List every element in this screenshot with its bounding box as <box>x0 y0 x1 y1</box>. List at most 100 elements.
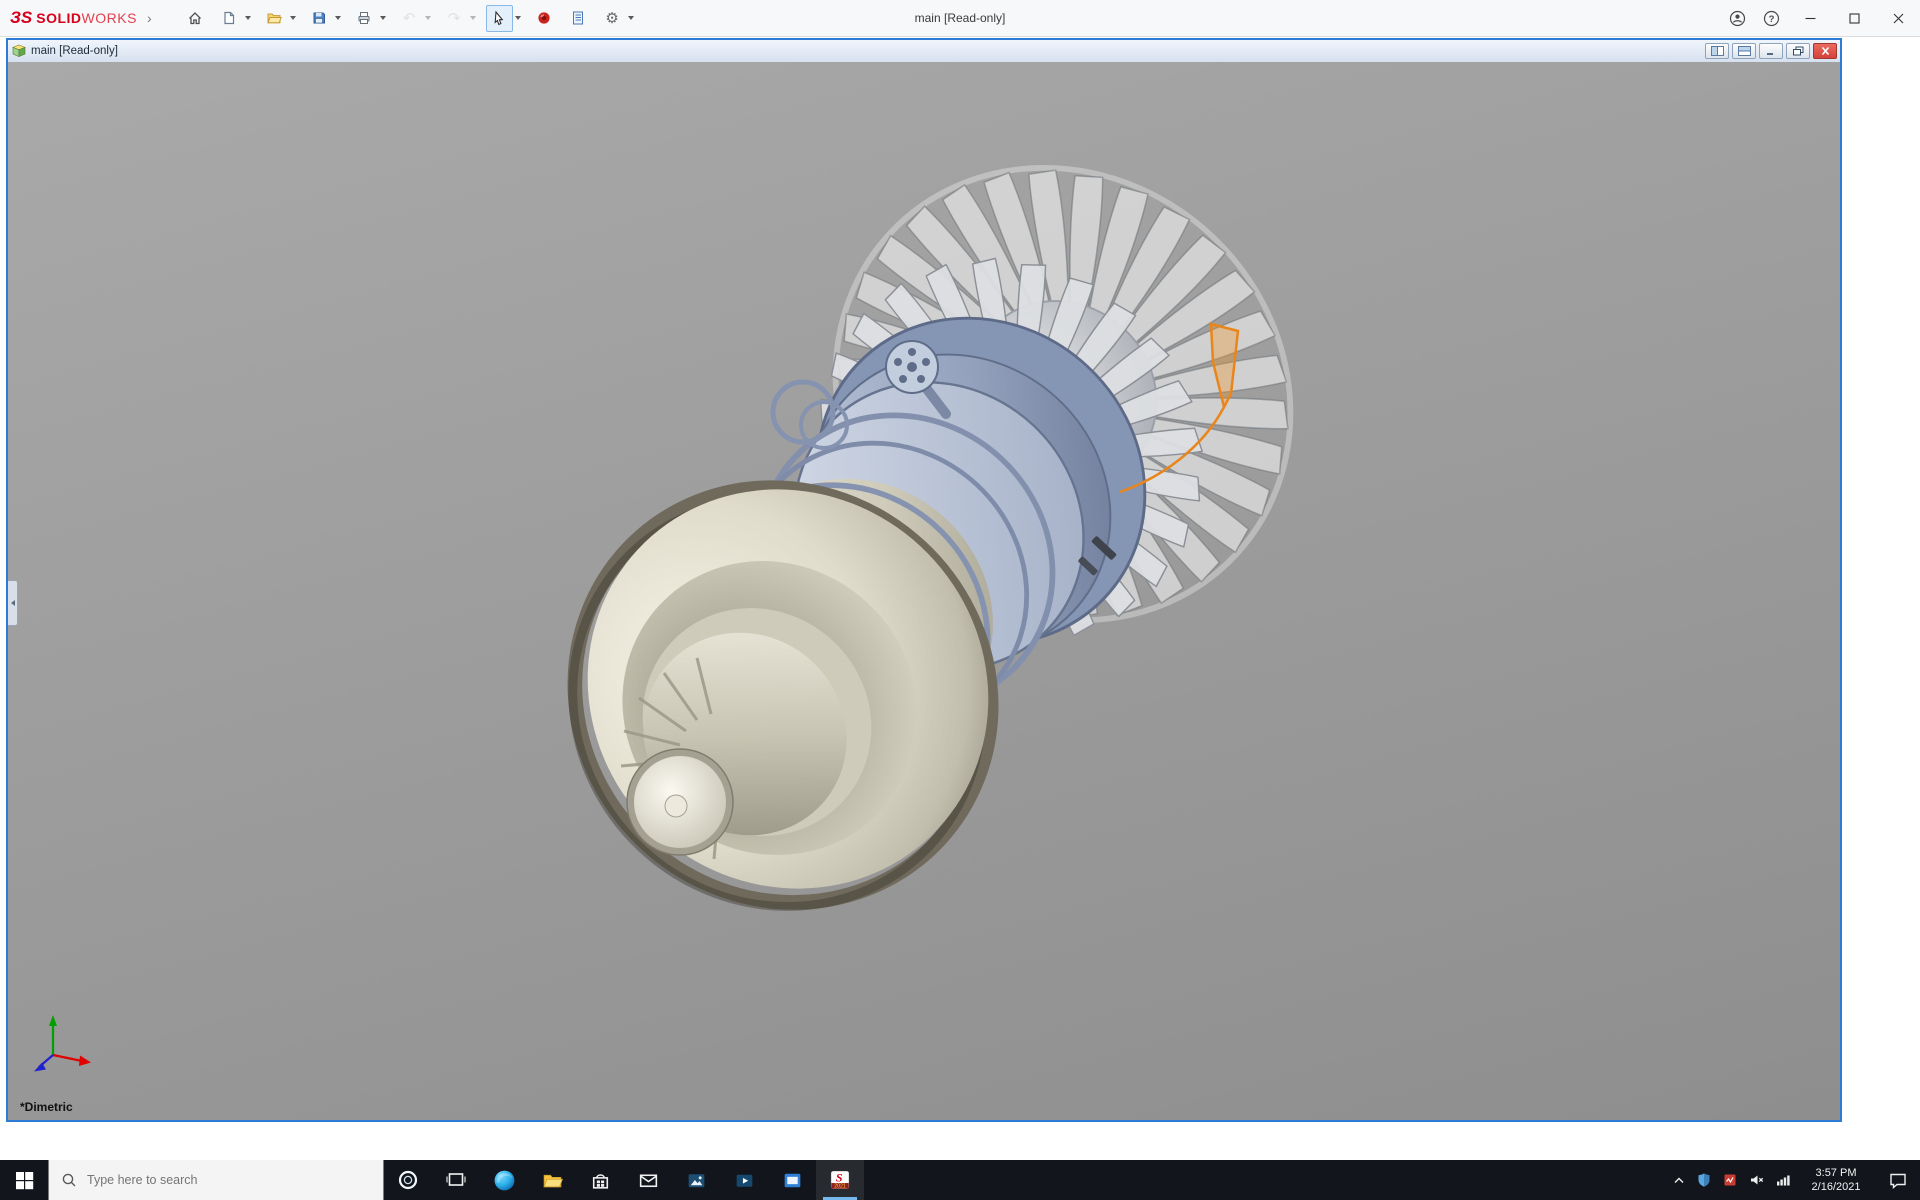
options-button[interactable]: ⚙ <box>599 5 626 32</box>
action-center-button[interactable] <box>1876 1160 1920 1200</box>
defender-shield-tray-icon[interactable] <box>1691 1160 1717 1200</box>
save-dropdown[interactable] <box>333 5 344 32</box>
gear-icon: ⚙ <box>605 11 618 26</box>
close-button[interactable] <box>1876 0 1920 36</box>
close-icon <box>1893 13 1904 24</box>
photos-button[interactable] <box>672 1160 720 1200</box>
maximize-button[interactable] <box>1832 0 1876 36</box>
volume-tray-icon[interactable] <box>1743 1160 1770 1200</box>
print-button[interactable] <box>351 5 378 32</box>
doc-minimize-button[interactable] <box>1759 43 1783 59</box>
search-icon <box>61 1172 77 1188</box>
mouse-gesture-icon <box>536 10 552 26</box>
panel-collapse-tab[interactable] <box>8 580 18 626</box>
doc-restore-icon <box>1792 46 1805 56</box>
file-explorer-button[interactable] <box>528 1160 576 1200</box>
split-view-vertical-button[interactable] <box>1705 43 1729 59</box>
screen: ЗS SOLID WORKS › <box>0 0 1920 1200</box>
shield-icon <box>1696 1172 1712 1188</box>
document-titlebar[interactable]: main [Read-only] <box>8 40 1840 62</box>
svg-text:2021: 2021 <box>834 1183 846 1189</box>
movies-tv-icon <box>733 1169 756 1192</box>
photos-icon <box>685 1169 708 1192</box>
spinner-tip[interactable] <box>627 749 733 855</box>
help-icon: ? <box>1763 10 1780 27</box>
solidworks-logo: ЗS SOLID WORKS <box>0 8 137 28</box>
undo-dropdown[interactable] <box>423 5 434 32</box>
doc-close-button[interactable] <box>1813 43 1837 59</box>
select-tool-button[interactable] <box>486 5 513 32</box>
search-input[interactable] <box>85 1172 369 1188</box>
edge-button[interactable] <box>480 1160 528 1200</box>
clock-time: 3:57 PM <box>1796 1166 1876 1180</box>
solidworks-button[interactable]: S2021 <box>816 1160 864 1200</box>
resource-monitor-tray-icon[interactable] <box>1717 1160 1743 1200</box>
maximize-icon <box>1849 13 1860 24</box>
chevron-up-icon <box>1672 1174 1686 1187</box>
split-view-horizontal-button[interactable] <box>1732 43 1756 59</box>
undo-icon: ↶ <box>403 11 416 26</box>
redo-icon: ↷ <box>448 11 461 26</box>
store-icon <box>589 1169 612 1192</box>
solidworks-app-icon: S2021 <box>828 1168 852 1192</box>
file-explorer-icon <box>541 1169 564 1192</box>
taskbar: S2021 3:57 PM 2/16/2021 <box>0 1160 1920 1200</box>
network-tray-icon[interactable] <box>1770 1160 1796 1200</box>
taskbar-clock[interactable]: 3:57 PM 2/16/2021 <box>1796 1166 1876 1194</box>
app-window-button[interactable] <box>768 1160 816 1200</box>
app-window-icon <box>781 1169 804 1192</box>
select-tool-dropdown[interactable] <box>513 5 524 32</box>
app-titlebar: ЗS SOLID WORKS › <box>0 0 1920 37</box>
select-cursor-icon <box>491 10 507 26</box>
doc-close-icon <box>1819 46 1832 56</box>
file-properties-button[interactable] <box>565 5 592 32</box>
titlebar-controls: ? <box>1720 0 1920 36</box>
mail-button[interactable] <box>624 1160 672 1200</box>
print-dropdown[interactable] <box>378 5 389 32</box>
account-button[interactable] <box>1720 0 1754 36</box>
mail-icon <box>637 1169 660 1192</box>
menu-expand-chevron-icon[interactable]: › <box>147 10 152 26</box>
account-icon <box>1729 10 1746 27</box>
viewport-3d[interactable]: *Dimetric <box>8 62 1840 1120</box>
home-button[interactable] <box>182 5 209 32</box>
new-document-button[interactable] <box>216 5 243 32</box>
taskbar-search[interactable] <box>48 1160 384 1200</box>
open-button[interactable] <box>261 5 288 32</box>
svg-text:?: ? <box>1768 14 1774 25</box>
new-document-dropdown[interactable] <box>243 5 254 32</box>
help-button[interactable]: ? <box>1754 0 1788 36</box>
task-view-icon <box>445 1169 467 1191</box>
document-title: main [Read-only] <box>31 45 118 57</box>
open-folder-icon <box>266 10 282 26</box>
redo-button[interactable]: ↷ <box>441 5 468 32</box>
document-window: main [Read-only] <box>6 38 1842 1122</box>
task-view-button[interactable] <box>432 1160 480 1200</box>
doc-restore-button[interactable] <box>1786 43 1810 59</box>
monitor-graph-icon <box>1722 1172 1738 1188</box>
clock-date: 2/16/2021 <box>1796 1180 1876 1194</box>
open-dropdown[interactable] <box>288 5 299 32</box>
movies-tv-button[interactable] <box>720 1160 768 1200</box>
hidden-icons-button[interactable] <box>1667 1160 1691 1200</box>
logo-works: WORKS <box>82 10 137 26</box>
engine-model[interactable] <box>489 74 1384 990</box>
save-button[interactable] <box>306 5 333 32</box>
cortana-icon <box>397 1169 419 1191</box>
system-tray: 3:57 PM 2/16/2021 <box>1667 1160 1920 1200</box>
doc-minimize-icon <box>1765 46 1778 56</box>
windows-logo-icon <box>14 1170 35 1191</box>
split-horizontal-icon <box>1738 46 1751 56</box>
collapse-arrow-icon <box>11 600 15 606</box>
minimize-button[interactable] <box>1788 0 1832 36</box>
engine-model-canvas <box>8 62 1840 1120</box>
cortana-button[interactable] <box>384 1160 432 1200</box>
edge-icon <box>493 1169 516 1192</box>
save-icon <box>311 10 327 26</box>
store-button[interactable] <box>576 1160 624 1200</box>
options-dropdown[interactable] <box>626 5 637 32</box>
start-button[interactable] <box>0 1160 48 1200</box>
mouse-gesture-button[interactable] <box>531 5 558 32</box>
redo-dropdown[interactable] <box>468 5 479 32</box>
undo-button[interactable]: ↶ <box>396 5 423 32</box>
